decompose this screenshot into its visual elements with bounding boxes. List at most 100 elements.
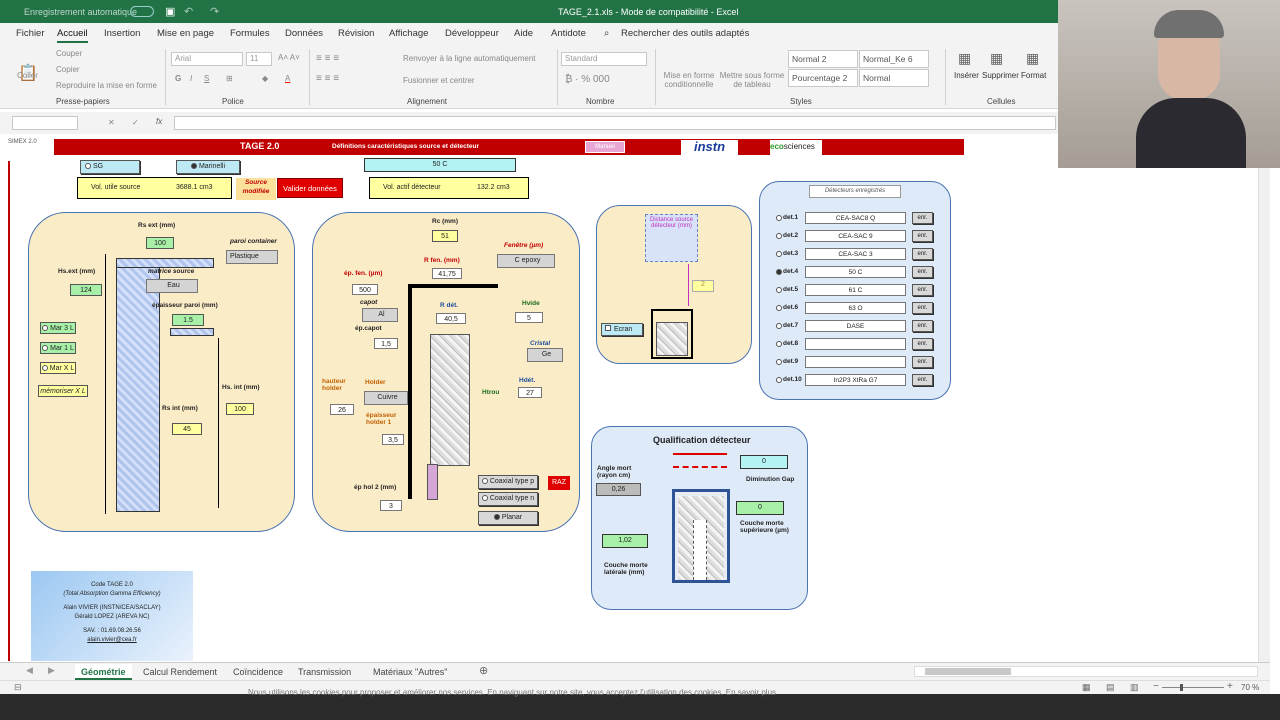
name-box[interactable]	[12, 116, 78, 130]
enr-button[interactable]: enr.	[912, 338, 933, 350]
enr-button[interactable]: enr.	[912, 230, 933, 242]
holder-select[interactable]: Cuivre	[364, 391, 408, 405]
style-normal-2[interactable]: Normal 2	[788, 50, 858, 68]
detector-radio[interactable]	[776, 359, 782, 365]
menu-mise-en-page[interactable]: Mise en page	[157, 28, 214, 39]
format-button[interactable]: Format	[1021, 71, 1046, 80]
zoom-in-icon[interactable]: +	[1227, 681, 1233, 692]
raz-button[interactable]: RAZ	[548, 476, 570, 490]
coller-button[interactable]: Coller	[17, 71, 38, 80]
gap-input[interactable]: 0	[740, 455, 788, 469]
fx-button[interactable]: fx	[156, 117, 162, 126]
autosave-toggle[interactable]	[130, 6, 154, 17]
number-format-box[interactable]: Standard	[561, 52, 647, 66]
manuel-button[interactable]: Manuel	[585, 141, 625, 153]
bold-icon[interactable]: G	[175, 74, 181, 83]
inserer-button[interactable]: Insérer	[954, 71, 979, 80]
enr-button[interactable]: enr.	[912, 374, 933, 386]
currency-icon[interactable]: ₿ · % 000	[565, 74, 610, 85]
tab-geometrie[interactable]: Géométrie	[75, 664, 132, 680]
tab-prev-icon[interactable]: ◀	[26, 665, 33, 676]
detector-radio[interactable]	[776, 323, 782, 329]
font-grow-icon[interactable]: A˄ A˅	[278, 53, 300, 62]
lat-input[interactable]: 1,02	[602, 534, 648, 548]
enr-button[interactable]: enr.	[912, 356, 933, 368]
menu-accueil[interactable]: Accueil	[57, 28, 88, 43]
detector-radio[interactable]	[776, 269, 782, 275]
hs-int-input[interactable]: 100	[226, 403, 254, 415]
menu-antidote[interactable]: Antidote	[551, 28, 586, 39]
wrap-text-button[interactable]: Renvoyer à la ligne automatiquement	[403, 54, 536, 63]
redo-icon[interactable]: ↷	[210, 5, 219, 18]
hvide-input[interactable]: 5	[515, 312, 543, 323]
enr-button[interactable]: enr.	[912, 284, 933, 296]
align-left-icon[interactable]: ≡ ≡ ≡	[316, 73, 339, 84]
ecran-checkbox[interactable]: Ecran	[601, 323, 643, 336]
detector-radio[interactable]	[776, 377, 782, 383]
enr-button[interactable]: enr.	[912, 320, 933, 332]
menu-formules[interactable]: Formules	[230, 28, 270, 39]
align-top-icon[interactable]: ≡ ≡ ≡	[316, 53, 339, 64]
ep-holder-input[interactable]: 3,5	[382, 434, 404, 445]
r-det-input[interactable]: 40,5	[436, 313, 466, 324]
supprimer-button[interactable]: Supprimer	[982, 71, 1019, 80]
detector-radio[interactable]	[776, 215, 782, 221]
fenetre-select[interactable]: C epoxy	[497, 254, 555, 268]
style-pourcentage-2[interactable]: Pourcentage 2	[788, 69, 858, 87]
menu-insertion[interactable]: Insertion	[104, 28, 140, 39]
capot-select[interactable]: Al	[362, 308, 398, 322]
marinelli-option[interactable]: Marinelli	[176, 160, 240, 174]
search-box[interactable]: Rechercher des outils adaptés	[621, 28, 749, 39]
angle-mort-input[interactable]: 0,26	[596, 483, 641, 496]
mar1-option[interactable]: Mar 1 L	[40, 342, 76, 354]
valider-donnees-button[interactable]: Valider données	[277, 178, 343, 198]
detector-radio[interactable]	[776, 341, 782, 347]
macro-icon[interactable]: ⊟	[14, 682, 22, 693]
confirm-icon[interactable]: ✓	[132, 118, 139, 127]
delete-icon[interactable]: ▦	[990, 50, 1003, 67]
tab-coincidence[interactable]: Coïncidence	[227, 664, 289, 680]
format-table-button[interactable]: Mettre sous forme de tableau	[718, 71, 786, 89]
epaisseur-input[interactable]: 1.5	[172, 314, 204, 326]
mar3-option[interactable]: Mar 3 L	[40, 322, 76, 334]
menu-aide[interactable]: Aide	[514, 28, 533, 39]
coaxial-n-option[interactable]: Coaxial type n	[478, 492, 538, 506]
menu-fichier[interactable]: Fichier	[16, 28, 45, 39]
fill-color-icon[interactable]: ◆	[262, 74, 268, 83]
font-color-icon[interactable]: A	[285, 74, 290, 83]
tab-transmission[interactable]: Transmission	[292, 664, 357, 680]
insert-icon[interactable]: ▦	[958, 50, 971, 67]
format-icon[interactable]: ▦	[1026, 50, 1039, 67]
copier-button[interactable]: Copier	[56, 65, 80, 74]
zoom-handle[interactable]	[1180, 684, 1183, 691]
tab-next-icon[interactable]: ▶	[48, 665, 55, 676]
horizontal-scrollbar[interactable]	[914, 666, 1258, 677]
menu-donnees[interactable]: Données	[285, 28, 323, 39]
scroll-thumb[interactable]	[925, 668, 1011, 675]
menu-revision[interactable]: Révision	[338, 28, 374, 39]
hs-ext-input[interactable]: 124	[70, 284, 102, 296]
reproduire-button[interactable]: Reproduire la mise en forme	[56, 81, 157, 90]
enr-button[interactable]: enr.	[912, 266, 933, 278]
rs-ext-input[interactable]: 100	[146, 237, 174, 249]
zoom-slider[interactable]	[1162, 684, 1224, 691]
marx-option[interactable]: Mar X L	[40, 362, 76, 374]
hdet-input[interactable]: 27	[518, 387, 542, 398]
memoriser-button[interactable]: mémoriser X L	[38, 385, 88, 397]
menu-affichage[interactable]: Affichage	[389, 28, 428, 39]
detector-radio[interactable]	[776, 287, 782, 293]
normal-view-icon[interactable]: ▦	[1082, 682, 1091, 693]
font-size-box[interactable]: 11	[246, 52, 272, 66]
distance-input[interactable]: 2	[692, 280, 714, 292]
detector-radio[interactable]	[776, 251, 782, 257]
page-break-icon[interactable]: ▥	[1130, 682, 1139, 693]
page-layout-icon[interactable]: ▤	[1106, 682, 1115, 693]
merge-center-button[interactable]: Fusionner et centrer	[403, 76, 475, 85]
tab-materiaux-autres[interactable]: Matériaux "Autres"	[367, 664, 453, 680]
cancel-icon[interactable]: ✕	[108, 118, 115, 127]
sg-option[interactable]: SG	[80, 160, 140, 174]
menu-developpeur[interactable]: Développeur	[445, 28, 499, 39]
formula-input[interactable]	[174, 116, 1056, 130]
contact-email[interactable]: alain.vivier@cea.fr	[31, 636, 193, 645]
italic-icon[interactable]: I	[190, 74, 192, 83]
